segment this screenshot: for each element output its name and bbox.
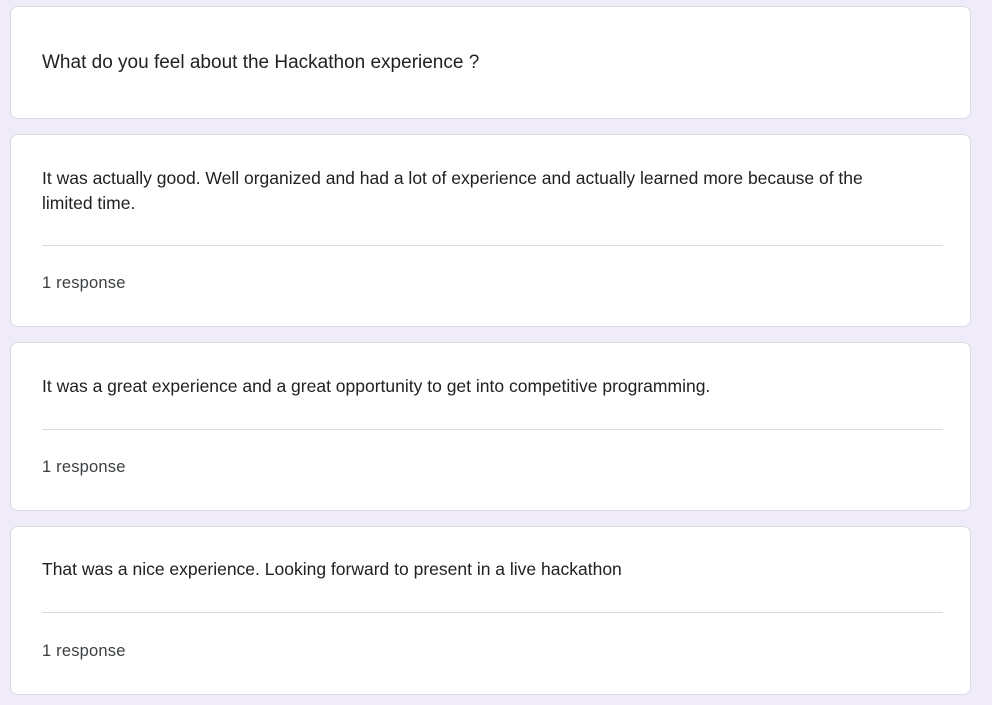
- response-text: It was actually good. Well organized and…: [42, 168, 863, 213]
- question-title: What do you feel about the Hackathon exp…: [42, 52, 480, 73]
- response-card: It was actually good. Well organized and…: [10, 134, 971, 327]
- response-divider: [42, 245, 943, 246]
- response-count: 1 response: [42, 274, 126, 292]
- response-divider: [42, 429, 943, 430]
- response-text: It was a great experience and a great op…: [42, 376, 711, 396]
- response-count: 1 response: [42, 458, 126, 476]
- response-card: That was a nice experience. Looking forw…: [10, 526, 971, 695]
- response-count: 1 response: [42, 642, 126, 660]
- response-divider: [42, 612, 943, 613]
- question-card: What do you feel about the Hackathon exp…: [10, 6, 971, 119]
- response-text: That was a nice experience. Looking forw…: [42, 559, 622, 579]
- response-card: It was a great experience and a great op…: [10, 342, 971, 511]
